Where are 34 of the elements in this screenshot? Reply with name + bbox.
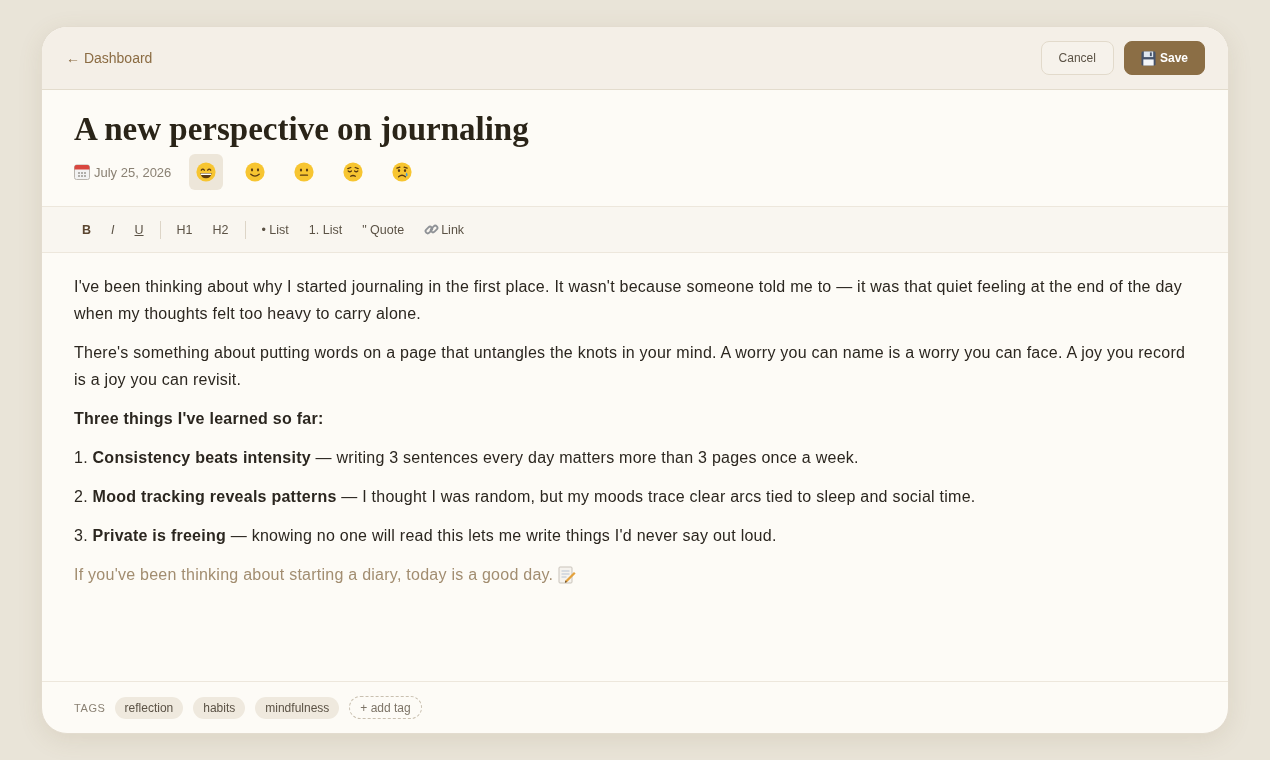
link-button[interactable]: Link xyxy=(416,216,473,243)
paragraph: I've been thinking about why I started journaling in the first place. It wasn't because someone told me to — it was that quiet feeling at the end of the day when my thoughts felt too heavy to carry alone. xyxy=(74,277,1183,324)
heading-button[interactable]: H1 xyxy=(168,216,201,243)
mood-button[interactable] xyxy=(189,154,224,190)
closing-line: If you've been thinking about starting a diary, today is a good day. xyxy=(74,565,554,585)
neutral-face-icon xyxy=(294,162,315,182)
underline-button[interactable]: U xyxy=(126,216,152,243)
memo-pencil-icon xyxy=(558,565,577,584)
italic-button[interactable]: I xyxy=(103,216,123,243)
list-button[interactable]: 1. List xyxy=(300,216,351,243)
entry-title: A new perspective on journaling xyxy=(74,111,530,148)
save-button[interactable]: Save xyxy=(1123,41,1205,75)
grinning-face-icon xyxy=(196,162,217,182)
list-item: 3. Private is freeing — knowing no one will read this lets me write things I'd never say out loud. xyxy=(74,526,778,546)
tag-chip[interactable]: mindfulness xyxy=(255,696,340,719)
back-link[interactable]: ← Dashboard xyxy=(66,50,153,66)
list-item: 2. Mood tracking reveals patterns — I thought I was random, but my moods trace clear arcs tied to sleep and social time. xyxy=(74,487,977,507)
quote-button[interactable]: " Quote xyxy=(354,216,413,243)
heading-button[interactable]: H2 xyxy=(204,216,237,243)
smiling-face-icon xyxy=(245,162,266,182)
pensive-face-icon xyxy=(343,162,364,182)
tag-chip[interactable]: reflection xyxy=(114,696,184,719)
list-item: 1. Consistency beats intensity — writing 3 sentences every day matters more than 3 pages once a week. xyxy=(74,448,860,468)
list-button[interactable]: • List xyxy=(253,216,297,243)
entry-date: July 25, 2026 xyxy=(94,164,172,180)
paragraph: There's something about putting words on a page that untangles the knots in your mind. A worry you can name is a worry you can face. A joy you record is a joy you can revisit. xyxy=(74,343,1187,390)
tags-label: TAGS xyxy=(74,701,106,714)
bold-button[interactable]: B xyxy=(74,216,100,243)
tag-chip[interactable]: habits xyxy=(193,696,246,719)
cancel-button[interactable]: Cancel xyxy=(1040,41,1114,75)
subheading: Three things I've learned so far: xyxy=(74,409,325,429)
link-icon xyxy=(424,222,440,237)
crying-face-icon xyxy=(392,162,413,182)
calendar-icon xyxy=(74,164,90,180)
